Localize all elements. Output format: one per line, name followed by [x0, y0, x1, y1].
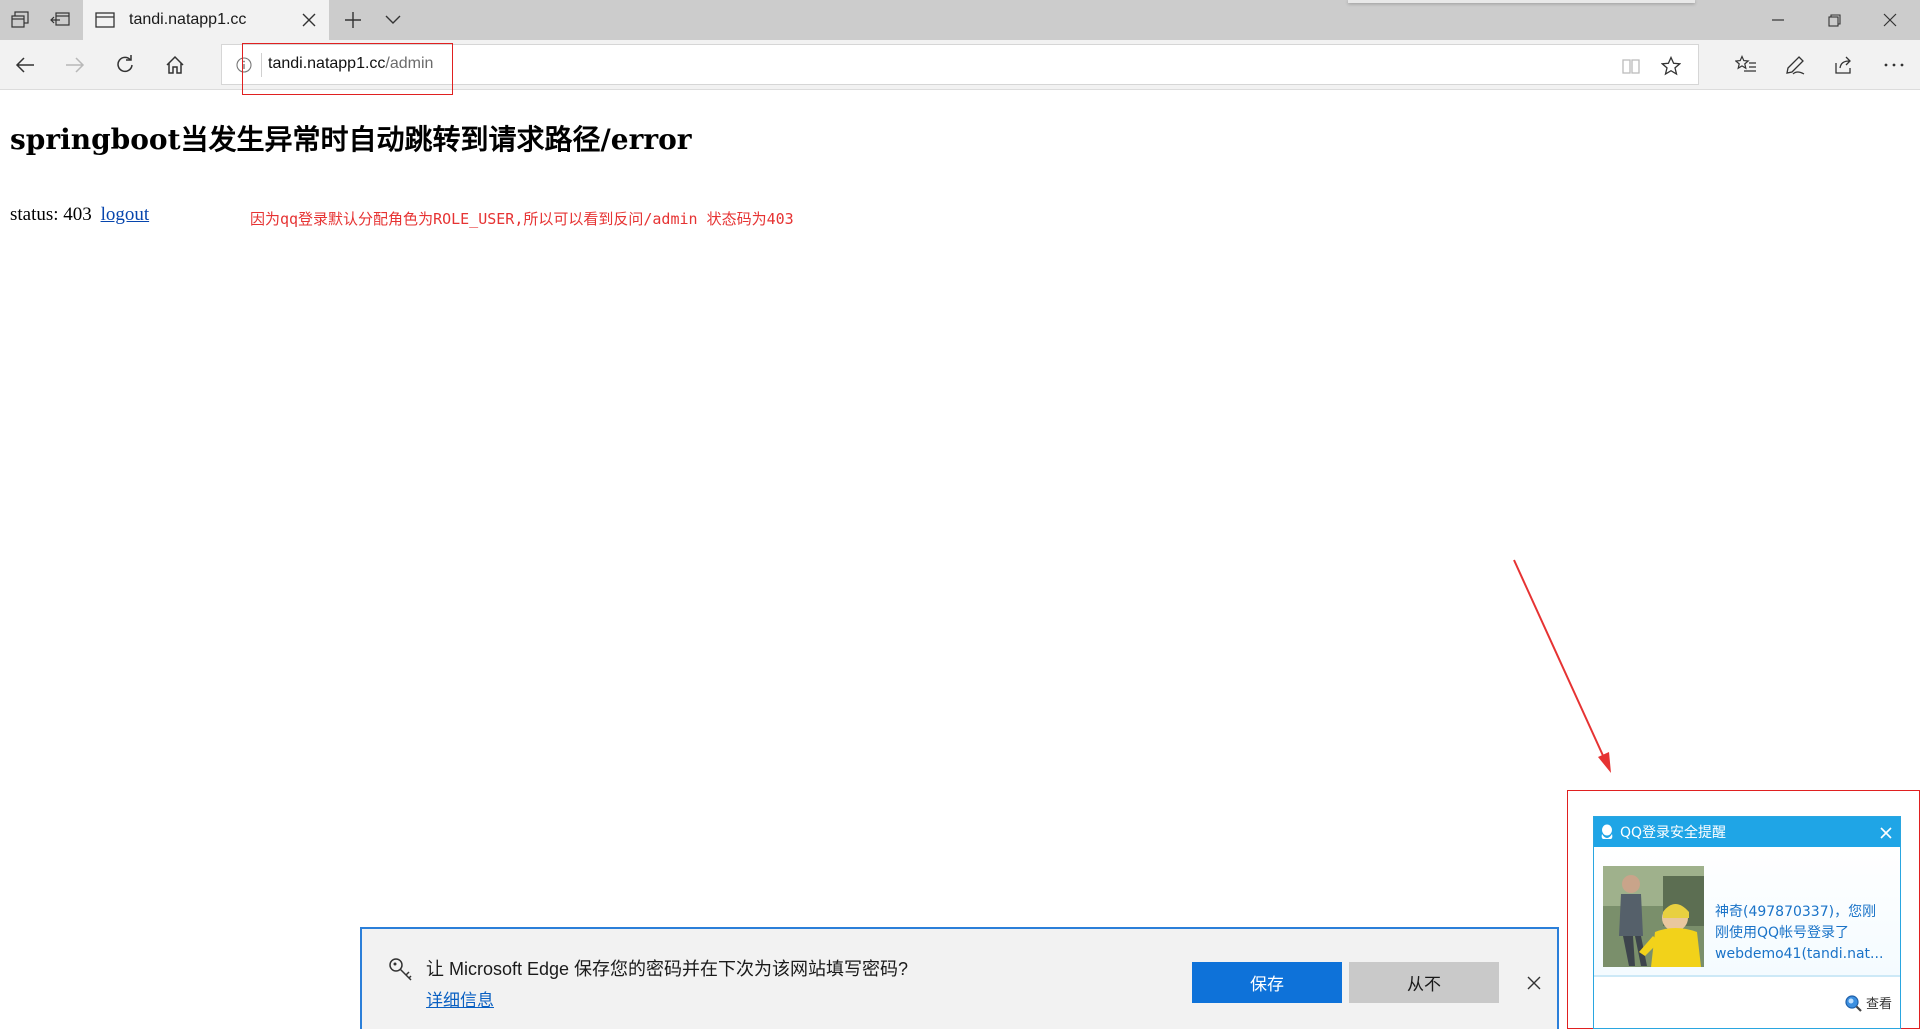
tab-page-icon: [93, 8, 117, 32]
qq-alert-footer: 查看: [1594, 977, 1900, 1028]
more-icon: [1884, 63, 1904, 67]
active-tab[interactable]: tandi.natapp1.cc: [83, 0, 329, 40]
tab-preview-icon: [11, 11, 29, 28]
key-icon: [389, 958, 412, 981]
set-tabs-aside-icon: [50, 12, 70, 26]
refresh-button[interactable]: [105, 45, 145, 85]
close-icon: [1527, 976, 1541, 990]
status-line: status: 403 logout: [10, 204, 149, 226]
more-info-link[interactable]: 详细信息: [426, 986, 494, 1011]
refresh-icon: [117, 55, 133, 73]
minimize-icon: [1772, 19, 1784, 21]
qq-view-label: 查看: [1865, 997, 1892, 1012]
magnifier-icon: [1845, 994, 1862, 1012]
url-path: /admin: [385, 55, 434, 72]
logout-link[interactable]: logout: [101, 204, 150, 225]
web-note-button[interactable]: [1775, 45, 1815, 85]
home-icon: [166, 55, 184, 74]
close-window-button[interactable]: [1860, 0, 1920, 40]
tab-close-button[interactable]: [297, 8, 321, 32]
reading-view-button[interactable]: [1618, 53, 1644, 79]
qq-login-alert: QQ登录安全提醒 神奇(497870337)，您刚 刚使用QQ帐号登录了 web: [1593, 816, 1901, 1029]
favorites-list-icon: [1735, 55, 1756, 72]
home-button[interactable]: [155, 45, 195, 85]
never-save-button[interactable]: 从不: [1349, 962, 1499, 1003]
tab-list-button[interactable]: [373, 0, 413, 40]
back-arrow-icon: [15, 57, 34, 73]
favorites-hub-button[interactable]: [1726, 45, 1766, 85]
info-icon[interactable]: [234, 55, 254, 75]
close-icon: [302, 13, 316, 27]
qq-message-line: 刚使用QQ帐号登录了: [1715, 925, 1850, 941]
close-prompt-button[interactable]: [1522, 971, 1546, 995]
back-button[interactable]: [5, 45, 45, 85]
address-divider: [261, 53, 262, 77]
tab-strip: tandi.natapp1.cc: [0, 0, 1920, 40]
qq-message-line: 神奇(497870337)，您刚: [1715, 904, 1877, 920]
navigation-bar: tandi.natapp1.cc/admin: [0, 40, 1920, 95]
qq-alert-message[interactable]: 神奇(497870337)，您刚 刚使用QQ帐号登录了 webdemo41(ta…: [1715, 902, 1895, 965]
pen-icon: [1786, 56, 1805, 75]
qq-alert-title: QQ登录安全提醒: [1620, 825, 1727, 841]
save-password-prompt: 让 Microsoft Edge 保存您的密码并在下次为该网站填写密码? 详细信…: [360, 927, 1559, 1029]
share-icon: [1835, 56, 1851, 74]
close-icon: [1883, 13, 1897, 27]
qq-alert-body: 神奇(497870337)，您刚 刚使用QQ帐号登录了 webdemo41(ta…: [1594, 847, 1900, 977]
restore-icon: [1827, 13, 1841, 27]
tab-preview-button[interactable]: [0, 0, 40, 40]
forward-arrow-icon: [66, 57, 85, 73]
address-bar[interactable]: tandi.natapp1.cc/admin: [221, 43, 1699, 95]
forward-button[interactable]: [55, 45, 95, 85]
page-heading: springboot当发生异常时自动跳转到请求路径/error: [10, 123, 692, 156]
plus-icon: [345, 12, 361, 28]
qq-alert-header: QQ登录安全提醒: [1594, 817, 1900, 847]
share-button[interactable]: [1824, 45, 1864, 85]
qq-penguin-icon: [1601, 824, 1613, 839]
annotation-note: 因为qq登录默认分配角色为ROLE_USER,所以可以看到反问/admin 状态…: [250, 210, 794, 228]
status-text: status: 403: [10, 204, 92, 225]
minimize-button[interactable]: [1748, 0, 1808, 40]
qq-message-line: webdemo41(tandi.nat...: [1715, 946, 1884, 962]
save-password-question: 让 Microsoft Edge 保存您的密码并在下次为该网站填写密码?: [426, 959, 909, 979]
close-icon: [1880, 827, 1892, 839]
reading-view-icon: [1622, 59, 1640, 74]
url-host: tandi.natapp1.cc: [268, 55, 386, 72]
save-password-button[interactable]: 保存: [1192, 962, 1342, 1003]
qq-view-button[interactable]: 查看: [1844, 993, 1892, 1012]
avatar: [1603, 866, 1704, 967]
url-text[interactable]: tandi.natapp1.cc/admin: [268, 55, 433, 73]
add-favorite-button[interactable]: [1658, 53, 1684, 79]
star-icon: [1661, 56, 1681, 76]
background-window-edge: [1348, 0, 1695, 3]
new-tab-button[interactable]: [333, 0, 373, 40]
chevron-down-icon: [385, 15, 401, 24]
qq-close-button[interactable]: [1878, 825, 1894, 841]
restore-button[interactable]: [1804, 0, 1864, 40]
tab-title: tandi.natapp1.cc: [129, 11, 247, 28]
more-button[interactable]: [1874, 45, 1914, 85]
set-tabs-aside-button[interactable]: [40, 0, 80, 40]
